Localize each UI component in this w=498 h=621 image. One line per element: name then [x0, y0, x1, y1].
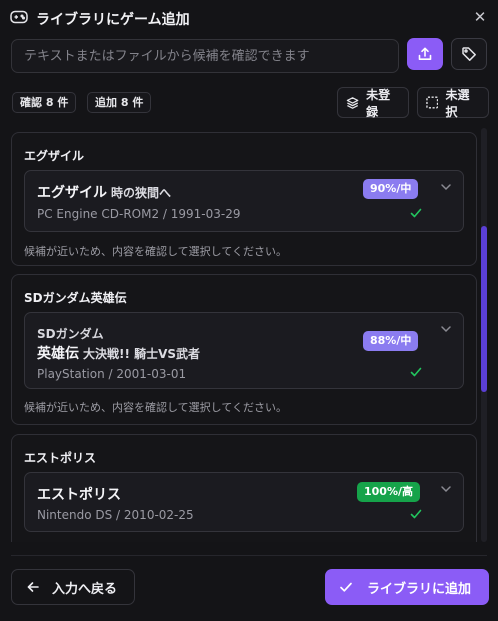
- filter-unregistered-button[interactable]: 未登録: [337, 87, 409, 119]
- upload-button[interactable]: [407, 38, 443, 70]
- candidate-name: エグザイル 時の狭間へ: [37, 185, 172, 201]
- group-title: エストポリス: [24, 451, 97, 465]
- group-note: 候補が近いため、内容を確認して選択してください。: [24, 245, 288, 258]
- back-button-label: 入力へ戻る: [52, 581, 118, 597]
- game-group: エストポリス エストポリス Nintendo DS / 2010-02-25 1…: [11, 434, 477, 542]
- group-note: 候補が近いため、内容を確認して選択してください。: [24, 401, 288, 414]
- check-icon: [410, 509, 422, 519]
- filter-unselected-label: 未選択: [445, 87, 470, 119]
- game-group: SDガンダム英雄伝 SDガンダム 英雄伝 大決戦!! 騎士VS武者 PlaySta…: [11, 274, 477, 425]
- chevron-down-icon[interactable]: [439, 482, 453, 496]
- add-to-library-button[interactable]: ライブラリに追加: [325, 569, 489, 605]
- check-icon: [410, 208, 422, 218]
- add-game-dialog: ライブラリにゲーム追加 ✕ 確認 8 件 追加 8 件 未登録 未選択: [0, 0, 498, 621]
- candidate-name: 英雄伝 大決戦!! 騎士VS武者: [37, 346, 201, 362]
- gamepad-icon: [10, 10, 28, 24]
- candidate-subtitle: 時の狭間へ: [111, 186, 172, 200]
- match-score-badge: 88%/中: [363, 331, 419, 351]
- add-button-label: ライブラリに追加: [367, 581, 472, 597]
- candidate-card[interactable]: SDガンダム 英雄伝 大決戦!! 騎士VS武者 PlayStation / 200…: [24, 312, 464, 389]
- match-score-badge: 100%/高: [357, 482, 421, 502]
- add-count-badge: 追加 8 件: [87, 92, 152, 113]
- match-score-badge: 90%/中: [363, 179, 419, 199]
- tag-icon: [462, 47, 476, 61]
- back-to-input-button[interactable]: 入力へ戻る: [11, 569, 135, 605]
- chevron-down-icon[interactable]: [439, 322, 453, 336]
- group-title: エグザイル: [24, 149, 85, 163]
- dialog-titlebar: ライブラリにゲーム追加 ✕: [0, 0, 498, 36]
- stack-icon: [346, 96, 359, 109]
- check-icon: [340, 582, 352, 592]
- candidate-subtitle: 大決戦!! 騎士VS武者: [83, 347, 201, 361]
- search-input[interactable]: [11, 39, 399, 73]
- group-title: SDガンダム英雄伝: [24, 291, 127, 305]
- dashed-square-icon: [426, 96, 439, 109]
- tag-button[interactable]: [451, 38, 487, 70]
- candidate-platform-date: PlayStation / 2001-03-01: [37, 367, 187, 381]
- candidate-card[interactable]: エグザイル 時の狭間へ PC Engine CD-ROM2 / 1991-03-2…: [24, 170, 464, 232]
- arrow-left-icon: [27, 582, 39, 592]
- check-icon: [410, 367, 422, 377]
- dialog-title: ライブラリにゲーム追加: [36, 12, 190, 28]
- footer-divider: [11, 555, 487, 556]
- candidate-name: エストポリス: [37, 487, 121, 503]
- candidate-platform-date: Nintendo DS / 2010-02-25: [37, 508, 194, 522]
- candidate-card[interactable]: エストポリス Nintendo DS / 2010-02-25 100%/高: [24, 472, 464, 532]
- scrollbar-thumb[interactable]: [481, 226, 487, 392]
- upload-icon: [418, 47, 432, 60]
- close-icon[interactable]: ✕: [472, 9, 488, 25]
- candidate-list[interactable]: エグザイル エグザイル 時の狭間へ PC Engine CD-ROM2 / 199…: [0, 128, 498, 542]
- filter-unregistered-label: 未登録: [366, 87, 391, 119]
- candidate-platform-date: PC Engine CD-ROM2 / 1991-03-29: [37, 207, 241, 221]
- filter-unselected-button[interactable]: 未選択: [417, 87, 489, 119]
- game-group: エグザイル エグザイル 時の狭間へ PC Engine CD-ROM2 / 199…: [11, 132, 477, 266]
- scrollbar[interactable]: [481, 128, 487, 542]
- chevron-down-icon[interactable]: [439, 180, 453, 194]
- confirm-count-badge: 確認 8 件: [12, 92, 77, 113]
- candidate-series: SDガンダム: [37, 327, 104, 341]
